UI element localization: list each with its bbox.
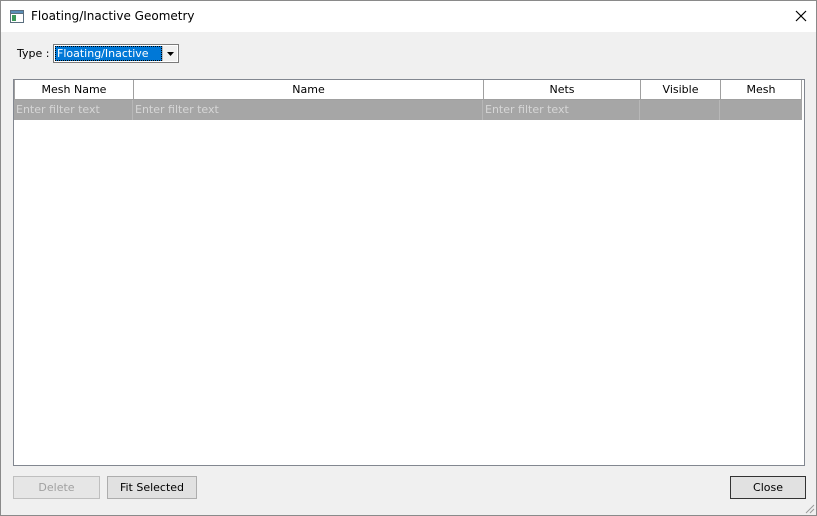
window-title: Floating/Inactive Geometry bbox=[31, 9, 195, 23]
dropdown-arrow-icon[interactable] bbox=[162, 46, 177, 61]
column-header-mesh[interactable]: Mesh bbox=[720, 80, 802, 100]
fit-selected-button[interactable]: Fit Selected bbox=[107, 476, 197, 499]
column-header-nets[interactable]: Nets bbox=[483, 80, 641, 100]
close-icon bbox=[795, 10, 807, 22]
dialog-window: Floating/Inactive Geometry Type : Floati… bbox=[0, 0, 817, 516]
filter-mesh-cell bbox=[720, 100, 802, 120]
column-header-name[interactable]: Name bbox=[133, 80, 484, 100]
close-window-button[interactable] bbox=[787, 3, 815, 29]
title-bar[interactable]: Floating/Inactive Geometry bbox=[1, 1, 816, 32]
type-dropdown-value: Floating/Inactive bbox=[55, 46, 162, 61]
column-header-mesh-name[interactable]: Mesh Name bbox=[14, 80, 134, 100]
close-button[interactable]: Close bbox=[730, 476, 806, 499]
type-dropdown[interactable]: Floating/Inactive bbox=[53, 44, 179, 63]
filter-name-input[interactable]: Enter filter text bbox=[133, 100, 483, 120]
app-window-icon bbox=[10, 10, 24, 23]
delete-button[interactable]: Delete bbox=[13, 476, 100, 499]
filter-mesh-name-input[interactable]: Enter filter text bbox=[14, 100, 133, 120]
column-header-visible[interactable]: Visible bbox=[640, 80, 721, 100]
type-label: Type : bbox=[17, 47, 50, 60]
filter-row: Enter filter text Enter filter text Ente… bbox=[14, 100, 802, 120]
filter-visible-cell bbox=[640, 100, 720, 120]
geometry-table[interactable]: Mesh Name Name Nets Visible Mesh Enter f… bbox=[13, 79, 805, 466]
filter-nets-input[interactable]: Enter filter text bbox=[483, 100, 640, 120]
resize-grip-icon[interactable] bbox=[803, 502, 815, 514]
